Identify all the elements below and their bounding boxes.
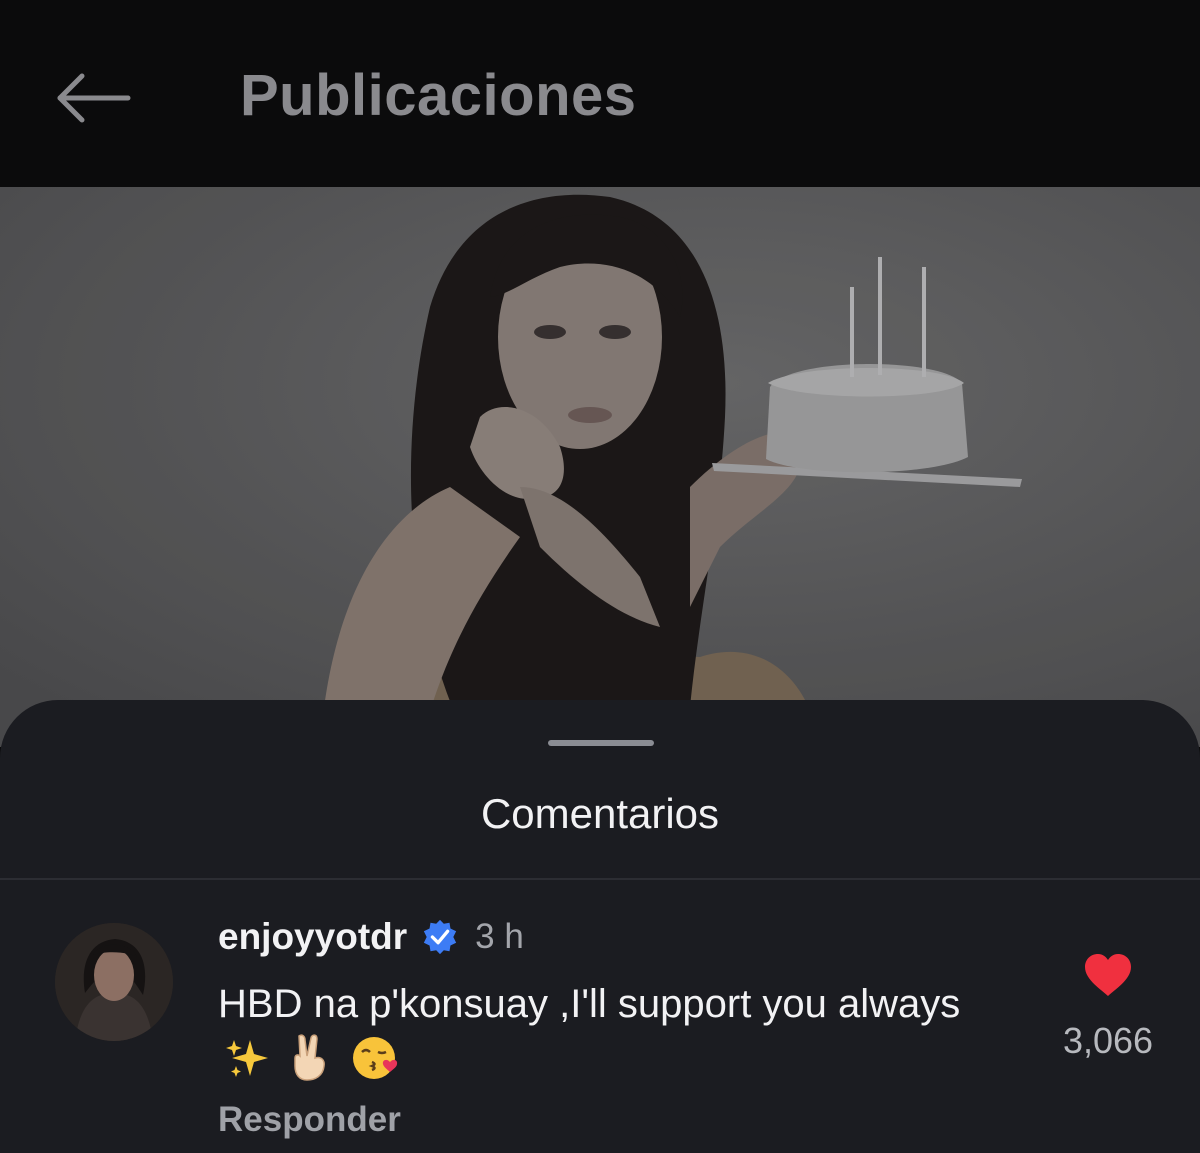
drag-handle[interactable] bbox=[548, 740, 654, 746]
avatar[interactable] bbox=[55, 923, 173, 1041]
comment-header: enjoyyotdr 3 h bbox=[218, 914, 524, 960]
page-title: Publicaciones bbox=[240, 63, 637, 128]
comments-title: Comentarios bbox=[480, 790, 720, 837]
verified-badge-icon bbox=[423, 919, 457, 955]
heart-icon[interactable] bbox=[1082, 952, 1134, 998]
sparkles-icon bbox=[226, 1040, 268, 1077]
victory-hand-icon bbox=[294, 1034, 326, 1081]
comments-sheet: Comentarios enjoyyotdr 3 h HBD na p'kons… bbox=[0, 700, 1200, 1153]
post-photo bbox=[0, 187, 1200, 747]
comment-text: HBD na p'konsuay ,I'll support you alway… bbox=[218, 976, 978, 1091]
avatar-photo bbox=[55, 923, 173, 1041]
kissing-face-with-heart-icon bbox=[353, 1037, 398, 1079]
post-image[interactable] bbox=[0, 187, 1200, 747]
divider bbox=[0, 878, 1200, 880]
top-bar: Publicaciones bbox=[0, 0, 1200, 187]
arrow-left-icon[interactable] bbox=[52, 70, 132, 126]
comment-time: 3 h bbox=[475, 917, 524, 956]
like-count: 3,066 bbox=[1062, 1020, 1154, 1061]
comment-username[interactable]: enjoyyotdr bbox=[218, 916, 407, 958]
comment-body: HBD na p'konsuay ,I'll support you alway… bbox=[218, 982, 961, 1026]
reply-button[interactable]: Responder bbox=[218, 1100, 401, 1140]
